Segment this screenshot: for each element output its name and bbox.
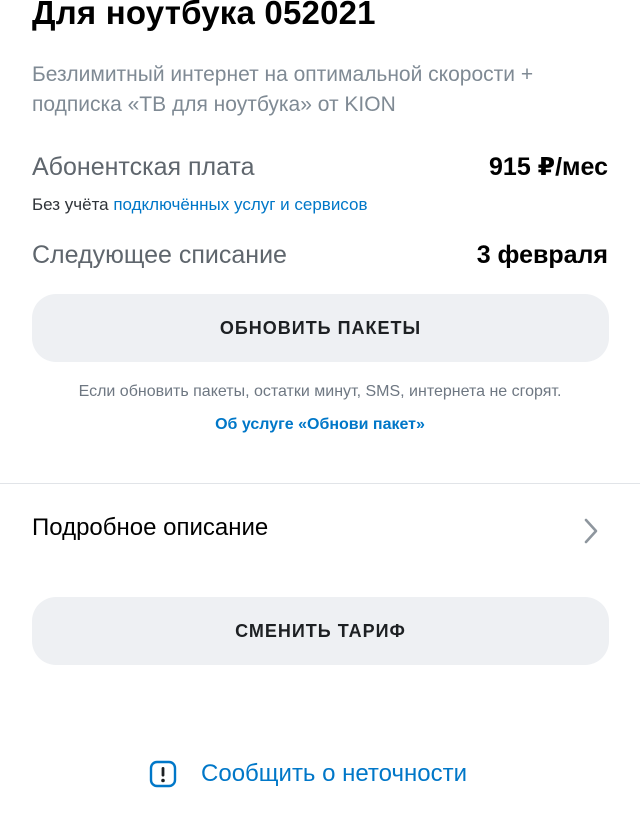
next-charge-label: Следующее списание [32,240,287,269]
fee-note: Без учёта подключённых услуг и сервисов [32,195,368,215]
report-inaccuracy-link[interactable]: Сообщить о неточности [0,752,640,796]
fee-label: Абонентская плата [32,152,255,181]
next-charge-value: 3 февраля [476,240,608,269]
detailed-description-label: Подробное описание [32,514,269,541]
connected-services-link[interactable]: подключённых услуг и сервисов [113,195,367,214]
chevron-right-icon [584,518,598,544]
update-packages-button[interactable]: ОБНОВИТЬ ПАКЕТЫ [32,294,609,362]
fee-value: 915 ₽/мес [489,153,608,181]
detailed-description-row[interactable]: Подробное описание [0,500,640,562]
change-tariff-button[interactable]: СМЕНИТЬ ТАРИФ [32,597,609,665]
divider [0,483,640,484]
next-charge-row: Следующее списание 3 февраля [32,236,608,274]
report-inaccuracy-label: Сообщить о неточности [201,760,467,787]
fee-note-text: Без учёта [32,195,114,214]
page-title: Для ноутбука 052021 [32,0,376,31]
tariff-description: Безлимитный интернет на оптимальной скор… [32,63,534,116]
fee-row: Абонентская плата 915 ₽/мес [32,148,608,186]
update-package-info-link[interactable]: Об услуге «Обнови пакет» [0,416,640,434]
exclamation-icon [149,760,177,788]
update-packages-note: Если обновить пакеты, остатки минут, SMS… [78,383,562,400]
